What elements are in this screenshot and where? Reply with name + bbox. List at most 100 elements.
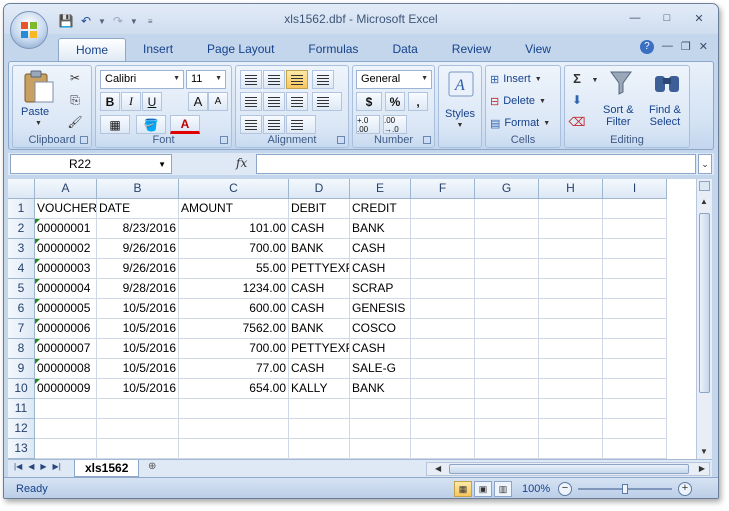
cell[interactable] <box>411 339 475 359</box>
cell[interactable]: 654.00 <box>179 379 289 399</box>
cell[interactable] <box>475 279 539 299</box>
cell[interactable] <box>539 239 603 259</box>
cut-icon[interactable]: ✂ <box>67 70 83 86</box>
customize-qat-icon[interactable]: ≡ <box>148 17 153 26</box>
save-icon[interactable]: 💾 <box>58 13 74 29</box>
cell[interactable] <box>411 199 475 219</box>
scroll-up-icon[interactable]: ▲ <box>700 197 708 206</box>
insert-function-icon[interactable]: fx <box>236 156 247 170</box>
cell[interactable] <box>35 419 97 439</box>
tab-page-layout[interactable]: Page Layout <box>190 38 291 62</box>
cell[interactable]: 00000005 <box>35 299 97 319</box>
cell[interactable] <box>539 379 603 399</box>
row-header[interactable]: 13 <box>8 439 35 459</box>
close-button[interactable]: ✕ <box>686 9 712 27</box>
cell[interactable]: CREDIT <box>350 199 411 219</box>
cell[interactable] <box>539 279 603 299</box>
cell[interactable] <box>603 279 667 299</box>
orientation-icon[interactable] <box>286 115 316 134</box>
minimize-button[interactable]: — <box>622 9 648 27</box>
cell[interactable] <box>97 419 179 439</box>
cell[interactable]: 8/23/2016 <box>97 219 179 239</box>
cell[interactable] <box>603 199 667 219</box>
wrap-text-icon[interactable] <box>312 70 334 89</box>
column-header-c[interactable]: C <box>179 179 289 199</box>
cell[interactable]: 9/26/2016 <box>97 239 179 259</box>
cell[interactable] <box>411 279 475 299</box>
cell[interactable] <box>350 439 411 459</box>
number-format-combo[interactable]: General ▼ <box>356 70 432 89</box>
row-header[interactable]: 12 <box>8 419 35 439</box>
cell[interactable] <box>411 399 475 419</box>
ribbon-close-button[interactable]: ✕ <box>699 40 708 54</box>
cell[interactable]: SCRAP <box>350 279 411 299</box>
underline-button[interactable]: U <box>142 92 162 111</box>
cell[interactable]: SALE-G <box>350 359 411 379</box>
binoculars-icon[interactable] <box>653 70 681 96</box>
cell[interactable] <box>603 359 667 379</box>
cell[interactable] <box>179 399 289 419</box>
cell[interactable]: CASH <box>350 239 411 259</box>
cell[interactable]: VOUCHER <box>35 199 97 219</box>
cell[interactable] <box>603 339 667 359</box>
font-color-button[interactable]: A <box>170 115 200 134</box>
bold-button[interactable]: B <box>100 92 120 111</box>
cell[interactable] <box>539 359 603 379</box>
zoom-level[interactable]: 100% <box>522 483 550 495</box>
cell[interactable]: 9/28/2016 <box>97 279 179 299</box>
cell[interactable]: BANK <box>350 379 411 399</box>
zoom-in-icon[interactable]: + <box>678 482 692 496</box>
cell[interactable]: PETTYEXP <box>289 259 350 279</box>
cell[interactable]: CASH <box>350 259 411 279</box>
cell[interactable]: BANK <box>350 219 411 239</box>
cell[interactable] <box>411 259 475 279</box>
cell[interactable] <box>35 439 97 459</box>
cell[interactable] <box>411 319 475 339</box>
cell[interactable] <box>603 239 667 259</box>
cell[interactable] <box>475 239 539 259</box>
shrink-font-button[interactable]: A <box>208 92 228 111</box>
redo-dropdown-icon[interactable]: ▼ <box>130 17 138 26</box>
clipboard-launcher-icon[interactable] <box>80 136 88 144</box>
grow-font-button[interactable]: A <box>188 92 208 111</box>
tab-insert[interactable]: Insert <box>126 38 190 62</box>
cell[interactable] <box>411 239 475 259</box>
cell[interactable] <box>539 339 603 359</box>
cell[interactable]: CASH <box>289 359 350 379</box>
decrease-decimal-button[interactable]: .00 →.0 <box>383 115 407 134</box>
align-center-icon[interactable] <box>263 92 285 111</box>
cell[interactable] <box>179 419 289 439</box>
paste-icon[interactable] <box>23 70 55 104</box>
column-header-b[interactable]: B <box>97 179 179 199</box>
page-break-view-icon[interactable]: ▥ <box>494 481 512 497</box>
help-icon[interactable]: ? <box>639 40 654 54</box>
cell[interactable] <box>289 399 350 419</box>
cell[interactable]: 00000007 <box>35 339 97 359</box>
decrease-indent-icon[interactable] <box>240 115 262 134</box>
cell[interactable] <box>411 219 475 239</box>
cell[interactable] <box>411 379 475 399</box>
cell[interactable]: 9/26/2016 <box>97 259 179 279</box>
cell[interactable] <box>603 439 667 459</box>
redo-icon[interactable]: ↷ <box>110 13 126 29</box>
expand-formula-bar-icon[interactable]: ⌄ <box>698 154 712 174</box>
spreadsheet-grid[interactable]: A B C D E F G H I 1 VOUCHER DATE AMOUNT DEBIT CREDIT 2 0… <box>8 179 696 459</box>
cell[interactable] <box>411 299 475 319</box>
cell[interactable]: AMOUNT <box>179 199 289 219</box>
fill-color-icon[interactable]: 🪣 <box>136 115 166 134</box>
cell[interactable] <box>289 419 350 439</box>
cell[interactable] <box>539 399 603 419</box>
cell[interactable]: 77.00 <box>179 359 289 379</box>
vertical-scroll-thumb[interactable] <box>699 213 710 393</box>
cell[interactable]: GENESIS <box>350 299 411 319</box>
cell[interactable]: 00000003 <box>35 259 97 279</box>
tab-view[interactable]: View <box>508 38 568 62</box>
cell[interactable]: PETTYEXP <box>289 339 350 359</box>
row-header[interactable]: 3 <box>8 239 35 259</box>
cell[interactable] <box>539 199 603 219</box>
cell[interactable]: DEBIT <box>289 199 350 219</box>
column-header-e[interactable]: E <box>350 179 411 199</box>
cell[interactable]: 55.00 <box>179 259 289 279</box>
cell[interactable] <box>539 419 603 439</box>
cell[interactable]: 700.00 <box>179 339 289 359</box>
